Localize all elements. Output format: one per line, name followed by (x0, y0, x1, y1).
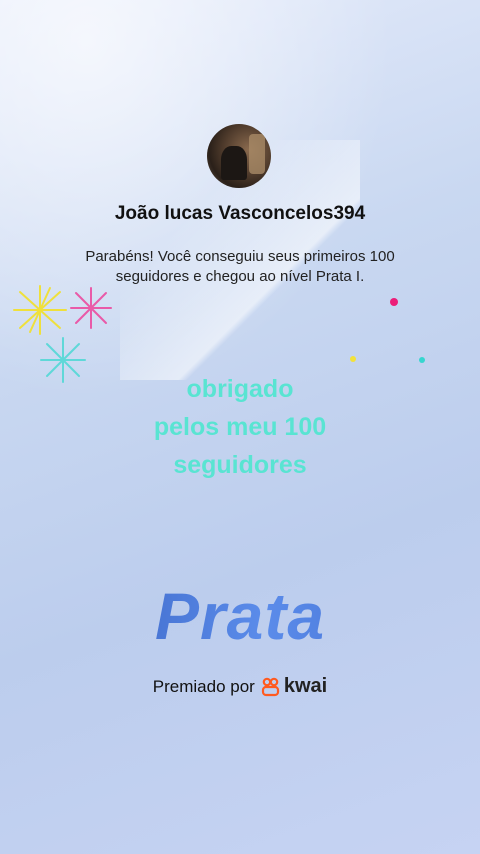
avatar-background (249, 134, 265, 174)
confetti-yellow-dot (350, 356, 356, 362)
avatar-figure (221, 146, 247, 180)
confetti-cyan-dot (419, 357, 425, 363)
award-label: Premiado por (152, 676, 255, 696)
username: João lucas Vasconcelos394 (114, 203, 366, 224)
firework-pink-icon (70, 287, 112, 329)
kwai-brand: kwai (261, 675, 327, 698)
thanks-line: pelos meu 100 (153, 413, 327, 441)
thanks-line: seguidores (173, 451, 307, 479)
firework-yellow-icon (13, 285, 67, 335)
thanks-line: obrigado (186, 375, 294, 403)
award-line: Premiado por kwai (0, 675, 480, 698)
level-title: Prata (0, 578, 480, 654)
confetti-pink-dot (390, 298, 398, 306)
avatar[interactable] (207, 124, 271, 188)
kwai-logo-icon (261, 677, 279, 696)
congratulation-message: Parabéns! Você conseguiu seus primeiros … (85, 248, 395, 285)
thanks-caption: obrigado pelos meu 100 seguidores (0, 370, 480, 484)
kwai-brand-text: kwai (283, 675, 328, 697)
